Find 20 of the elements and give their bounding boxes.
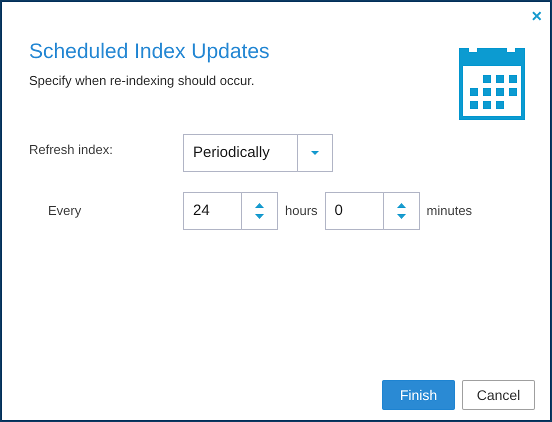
dialog-title: Scheduled Index Updates xyxy=(29,39,270,65)
hours-label: hours xyxy=(285,202,318,220)
calendar-icon xyxy=(459,48,525,120)
refresh-dropdown[interactable]: Periodically xyxy=(183,134,333,172)
up-arrow-icon[interactable] xyxy=(255,203,264,208)
spinner-value: 0 xyxy=(334,200,344,221)
caret-icon xyxy=(311,151,319,155)
up-arrow-icon[interactable] xyxy=(396,203,406,208)
finish-button[interactable]: Finish xyxy=(382,380,455,410)
down-arrow-icon[interactable] xyxy=(396,214,406,219)
cancel-button[interactable]: Cancel xyxy=(462,380,535,410)
dialog-subtitle: Specify when re-indexing should occur. xyxy=(29,72,256,90)
refresh-index-label: Refresh index: xyxy=(29,141,114,160)
down-arrow-icon[interactable] xyxy=(255,214,264,219)
number-spinner[interactable]: 24 xyxy=(183,192,278,230)
dropdown-value: Periodically xyxy=(192,142,271,163)
number-spinner[interactable]: 0 xyxy=(324,192,420,230)
minutes-label: minutes xyxy=(426,202,472,220)
every-label: Every xyxy=(48,202,82,220)
spinner-value: 24 xyxy=(192,200,211,221)
